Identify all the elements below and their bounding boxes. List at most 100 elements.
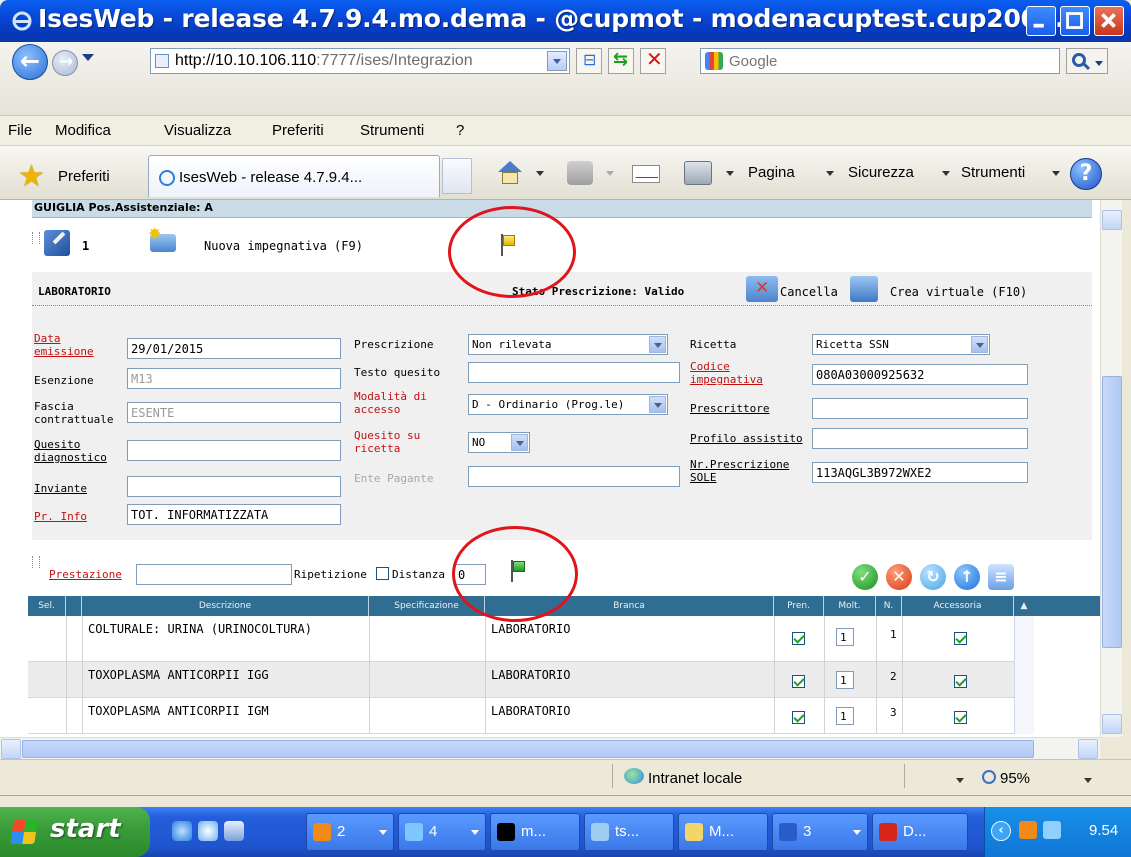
col-specificazione[interactable]: Specificazione [369, 596, 485, 616]
taskbar-button[interactable]: ts... [584, 813, 674, 851]
grip-handle[interactable] [32, 556, 40, 568]
col-sel[interactable]: Sel. [28, 596, 66, 616]
history-dropdown-icon[interactable] [82, 54, 94, 61]
zoom-level[interactable]: 95% [1000, 770, 1030, 787]
table-row[interactable]: TOXOPLASMA ANTICORPII IGG LABORATORIO 1 … [28, 662, 1014, 698]
taskbar-button[interactable]: 4 [398, 813, 486, 851]
ente-pagante-field[interactable] [468, 466, 680, 487]
ricetta-select[interactable]: Ricetta SSN [812, 334, 990, 355]
search-box[interactable] [700, 48, 1060, 74]
prescrittore-field[interactable] [812, 398, 1028, 419]
clock[interactable]: 9.54 [1089, 822, 1118, 839]
favorites-star-icon[interactable]: ★ [18, 162, 45, 192]
col-accessoria[interactable]: Accessoria [902, 596, 1014, 616]
taskbar-button[interactable]: D... [872, 813, 968, 851]
new-folder-icon[interactable]: ✸ [148, 224, 178, 254]
data-emissione-label[interactable]: Data emissione [34, 332, 114, 358]
menu-preferiti[interactable]: Preferiti [272, 122, 324, 139]
prescrizione-select[interactable]: Non rilevata [468, 334, 668, 355]
inviante-label[interactable]: Inviante [34, 482, 87, 495]
scroll-up-icon[interactable] [1102, 210, 1122, 230]
safety-menu[interactable]: Sicurezza [848, 164, 914, 181]
esenzione-field[interactable]: M13 [127, 368, 341, 389]
list-icon[interactable]: ≡ [988, 564, 1014, 590]
chevron-down-icon[interactable] [649, 396, 666, 413]
ripetizione-checkbox[interactable] [376, 567, 389, 580]
edit-ticket-icon[interactable] [44, 230, 70, 256]
scroll-thumb[interactable] [1102, 376, 1122, 648]
col-molt[interactable]: Molt. [824, 596, 876, 616]
home-dropdown-icon[interactable] [536, 171, 544, 176]
address-field[interactable]: http://10.10.106.110:7777/ises/Integrazi… [150, 48, 570, 74]
zoom-icon[interactable] [982, 770, 996, 784]
back-button[interactable]: ← [12, 44, 48, 80]
scroll-down-icon[interactable] [1102, 714, 1122, 734]
delete-icon[interactable]: ✕ [886, 564, 912, 590]
chevron-down-icon[interactable] [971, 336, 988, 353]
show-hidden-icons-icon[interactable]: ‹ [991, 821, 1011, 841]
recycle-icon[interactable]: ↻ [920, 564, 946, 590]
prescrittore-label[interactable]: Prescrittore [690, 402, 769, 415]
row-pren-checkbox[interactable] [792, 632, 805, 645]
ticket-number[interactable]: 1 [82, 239, 89, 253]
horizontal-scroll-thumb[interactable] [22, 740, 1034, 758]
scroll-right-icon[interactable] [1078, 739, 1098, 759]
minimize-button[interactable] [1026, 6, 1056, 36]
testo-quesito-field[interactable] [468, 362, 680, 383]
menu-visualizza[interactable]: Visualizza [164, 122, 231, 139]
confirm-icon[interactable]: ✓ [852, 564, 878, 590]
compatibility-view-button[interactable]: ⊟ [576, 48, 602, 74]
chevron-down-icon[interactable] [649, 336, 666, 353]
new-tab-button[interactable] [442, 158, 472, 194]
search-options-dropdown-icon[interactable] [1095, 61, 1103, 66]
mail-icon[interactable] [632, 165, 660, 183]
arrow-up-icon[interactable]: ↑ [954, 564, 980, 590]
distanza-field[interactable]: 0 [454, 564, 486, 585]
inviante-field[interactable] [127, 476, 341, 497]
taskbar-button[interactable]: M... [678, 813, 768, 851]
row-accessoria-checkbox[interactable] [954, 711, 967, 724]
row-accessoria-checkbox[interactable] [954, 632, 967, 645]
print-icon[interactable] [684, 161, 712, 185]
favorites-button[interactable]: Preferiti [58, 168, 110, 185]
taskbar-button[interactable]: 3 [772, 813, 868, 851]
menu-modifica[interactable]: Modifica [55, 122, 111, 139]
page-horizontal-scrollbar[interactable] [0, 737, 1100, 759]
prestazione-field[interactable] [136, 564, 292, 585]
chevron-down-icon[interactable] [511, 434, 528, 451]
page-vertical-scrollbar[interactable] [1100, 200, 1122, 737]
create-virtual-icon[interactable] [850, 276, 878, 302]
print-dropdown-icon[interactable] [726, 171, 734, 176]
help-icon[interactable]: ? [1070, 158, 1102, 190]
codice-impegnativa-field[interactable]: 080A03000925632 [812, 364, 1028, 385]
nr-prescrizione-field[interactable]: 113AQGL3B972WXE2 [812, 462, 1028, 483]
row-pren-checkbox[interactable] [792, 711, 805, 724]
menu-file[interactable]: File [8, 122, 32, 139]
taskbar-button[interactable]: 2 [306, 813, 394, 851]
tools-menu[interactable]: Strumenti [961, 164, 1025, 181]
modalita-select[interactable]: D - Ordinario (Prog.le) [468, 394, 668, 415]
url-text[interactable]: http://10.10.106.110:7777/ises/Integrazi… [175, 52, 473, 70]
row-pren-checkbox[interactable] [792, 675, 805, 688]
forward-button[interactable]: → [52, 50, 78, 76]
scroll-left-icon[interactable] [1, 739, 21, 759]
tools-dropdown-icon[interactable] [1052, 171, 1060, 176]
grid-scroll-up-icon[interactable]: ▲ [1014, 596, 1034, 616]
search-button[interactable] [1066, 48, 1108, 74]
quesito-ricetta-select[interactable]: NO [468, 432, 530, 453]
quesito-field[interactable] [127, 440, 341, 461]
page-menu[interactable]: Pagina [748, 164, 795, 181]
quicklaunch-icon[interactable] [198, 821, 218, 841]
create-virtual-button[interactable]: Crea virtuale (F10) [890, 285, 1027, 299]
feeds-dropdown-icon[interactable] [606, 171, 614, 176]
pr-info-label[interactable]: Pr. Info [34, 510, 87, 523]
search-input[interactable] [729, 51, 1049, 71]
browser-tab[interactable]: IsesWeb - release 4.7.9.4... [148, 155, 440, 197]
safety-dropdown-icon[interactable] [942, 171, 950, 176]
row-molt-field[interactable]: 1 [836, 707, 854, 725]
stop-button[interactable]: ✕ [640, 47, 666, 74]
cancel-button[interactable]: Cancella [780, 285, 838, 299]
data-emissione-field[interactable]: 29/01/2015 [127, 338, 341, 359]
row-molt-field[interactable]: 1 [836, 671, 854, 689]
pr-info-field[interactable]: TOT. INFORMATIZZATA [127, 504, 341, 525]
